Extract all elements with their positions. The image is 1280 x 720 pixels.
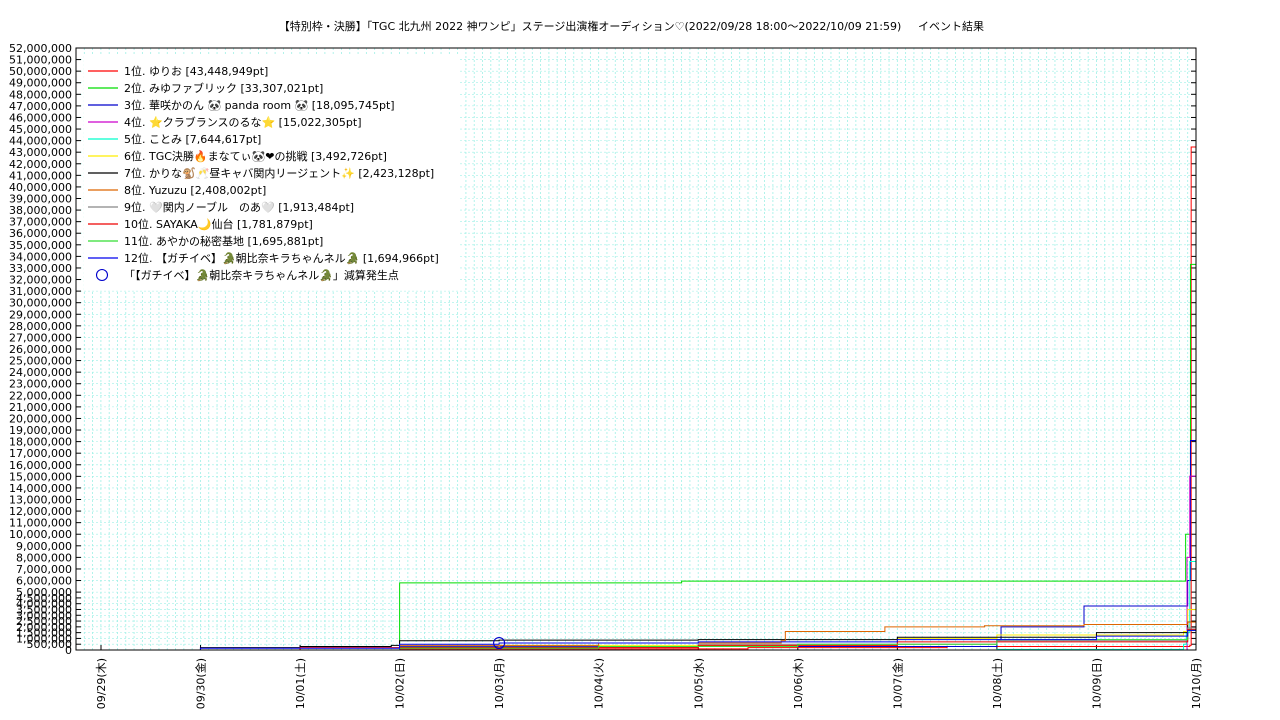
- y-tick-label: 45,000,000: [9, 123, 72, 136]
- y-tick-label: 7,000,000: [16, 563, 72, 576]
- y-tick-label: 51,000,000: [9, 54, 72, 67]
- y-tick-label: 15,000,000: [9, 470, 72, 483]
- y-tick-label: 12,000,000: [9, 505, 72, 518]
- y-tick-label: 34,000,000: [9, 250, 72, 263]
- y-tick-label: 32,000,000: [9, 274, 72, 287]
- legend-label: 3位. 華咲かのん 🐼 panda room 🐼 [18,095,745pt]: [124, 98, 395, 112]
- y-tick-label: 17,000,000: [9, 447, 72, 460]
- y-tick-label: 35,000,000: [9, 239, 72, 252]
- chart: 【特別枠・決勝】「TGC 北九州 2022 神ワンピ」ステージ出演権オーディショ…: [9, 19, 1203, 709]
- y-tick-label: 30,000,000: [9, 297, 72, 310]
- x-tick-label: 10/07(金): [890, 658, 904, 709]
- legend-label: 11位. あやかの秘密基地 [1,695,881pt]: [124, 234, 323, 248]
- legend: 1位. ゆりお [43,448,949pt] 2位. みゆファブリック [33,3…: [84, 55, 460, 290]
- legend-label: 1位. ゆりお [43,448,949pt]: [124, 64, 268, 78]
- y-tick-label: 31,000,000: [9, 285, 72, 298]
- chart-title: 【特別枠・決勝】「TGC 北九州 2022 神ワンピ」ステージ出演権オーディショ…: [279, 19, 902, 33]
- y-tick-label: 42,000,000: [9, 158, 72, 171]
- x-tick-label: 10/02(日): [394, 658, 407, 709]
- y-tick-label: 19,000,000: [9, 424, 72, 437]
- y-tick-label: 29,000,000: [9, 308, 72, 321]
- y-tick-label: 9,000,000: [16, 540, 72, 553]
- x-tick-label: 10/05(水): [692, 658, 705, 709]
- x-axis: 09/29(木) 09/30(金) 10/01(土) 10/02(日) 10/03(月)…: [95, 645, 1203, 709]
- y-tick-label: 36,000,000: [9, 227, 72, 240]
- y-tick-label: 8,000,000: [16, 551, 72, 564]
- legend-label: 2位. みゆファブリック [33,307,021pt]: [124, 81, 323, 95]
- y-tick-label: 44,000,000: [9, 135, 72, 148]
- x-tick-label: 10/04(火): [593, 658, 606, 709]
- legend-label: 5位. ことみ [7,644,617pt]: [124, 132, 261, 146]
- y-tick-label: 16,000,000: [9, 459, 72, 472]
- y-tick-label: 6,000,000: [16, 575, 72, 588]
- y-tick-label: 47,000,000: [9, 100, 72, 113]
- y-tick-label: 27,000,000: [9, 331, 72, 344]
- x-tick-label: 09/29(木): [95, 658, 108, 709]
- y-tick-label: 14,000,000: [9, 482, 72, 495]
- y-tick-label: 22,000,000: [9, 389, 72, 402]
- y-tick-label: 39,000,000: [9, 193, 72, 206]
- y-tick-label: 41,000,000: [9, 169, 72, 182]
- legend-label: 「【ガチイベ】🐊朝比奈キラちゃんネル🐊」減算発生点: [124, 268, 399, 282]
- x-tick-label: 10/06(木): [792, 658, 805, 709]
- y-tick-label: 40,000,000: [9, 181, 72, 194]
- chart-subtitle: イベント結果: [918, 19, 984, 33]
- legend-label: 8位. Yuzuzu [2,408,002pt]: [124, 183, 266, 197]
- y-tick-label: 24,000,000: [9, 366, 72, 379]
- y-tick-label: 49,000,000: [9, 77, 72, 90]
- y-tick-label: 20,000,000: [9, 412, 72, 425]
- legend-label: 4位. ⭐クラブランスのるな⭐ [15,022,305pt]: [124, 115, 362, 129]
- y-tick-label: 10,000,000: [9, 528, 72, 541]
- legend-label: 10位. SAYAKA🌙仙台 [1,781,879pt]: [124, 217, 313, 231]
- x-tick-label: 10/09(日): [1090, 658, 1103, 709]
- legend-label: 12位. 【ガチイベ】🐊朝比奈キラちゃんネル🐊 [1,694,966pt]: [124, 251, 439, 265]
- series-line: [76, 440, 1196, 651]
- y-tick-label: 48,000,000: [9, 88, 72, 101]
- x-tick-label: 10/08(土): [991, 658, 1004, 709]
- x-tick-label: 09/30(金): [194, 658, 208, 709]
- y-tick-label: 28,000,000: [9, 320, 72, 333]
- x-tick-label: 10/10(月): [1190, 658, 1203, 709]
- y-tick-label: 43,000,000: [9, 146, 72, 159]
- y-tick-label: 38,000,000: [9, 204, 72, 217]
- y-tick-label: 21,000,000: [9, 401, 72, 414]
- y-tick-label: 23,000,000: [9, 378, 72, 391]
- y-tick-label: 18,000,000: [9, 436, 72, 449]
- legend-label: 7位. かりな🐒🥂昼キャバ関内リージェント✨ [2,423,128pt]: [124, 166, 434, 180]
- y-tick-label: 11,000,000: [9, 517, 72, 530]
- x-tick-label: 10/01(土): [294, 658, 307, 709]
- y-tick-label: 37,000,000: [9, 216, 72, 229]
- series-line: [76, 560, 1196, 651]
- series-line: [76, 475, 1196, 651]
- legend-label: 6位. TGC決勝🔥まなてぃ🐼❤の挑戦 [3,492,726pt]: [124, 149, 387, 163]
- x-tick-label: 10/03(月): [493, 658, 506, 709]
- y-tick-label: 46,000,000: [9, 111, 72, 124]
- y-tick-label: 13,000,000: [9, 494, 72, 507]
- y-tick-label: 50,000,000: [9, 65, 72, 78]
- y-tick-label: 5,000,000: [16, 586, 72, 599]
- y-tick-label: 33,000,000: [9, 262, 72, 275]
- y-tick-label: 52,000,000: [9, 42, 72, 55]
- legend-label: 9位. 🤍関内ノーブル のあ🤍 [1,913,484pt]: [124, 200, 354, 214]
- y-tick-label: 25,000,000: [9, 355, 72, 368]
- y-tick-label: 26,000,000: [9, 343, 72, 356]
